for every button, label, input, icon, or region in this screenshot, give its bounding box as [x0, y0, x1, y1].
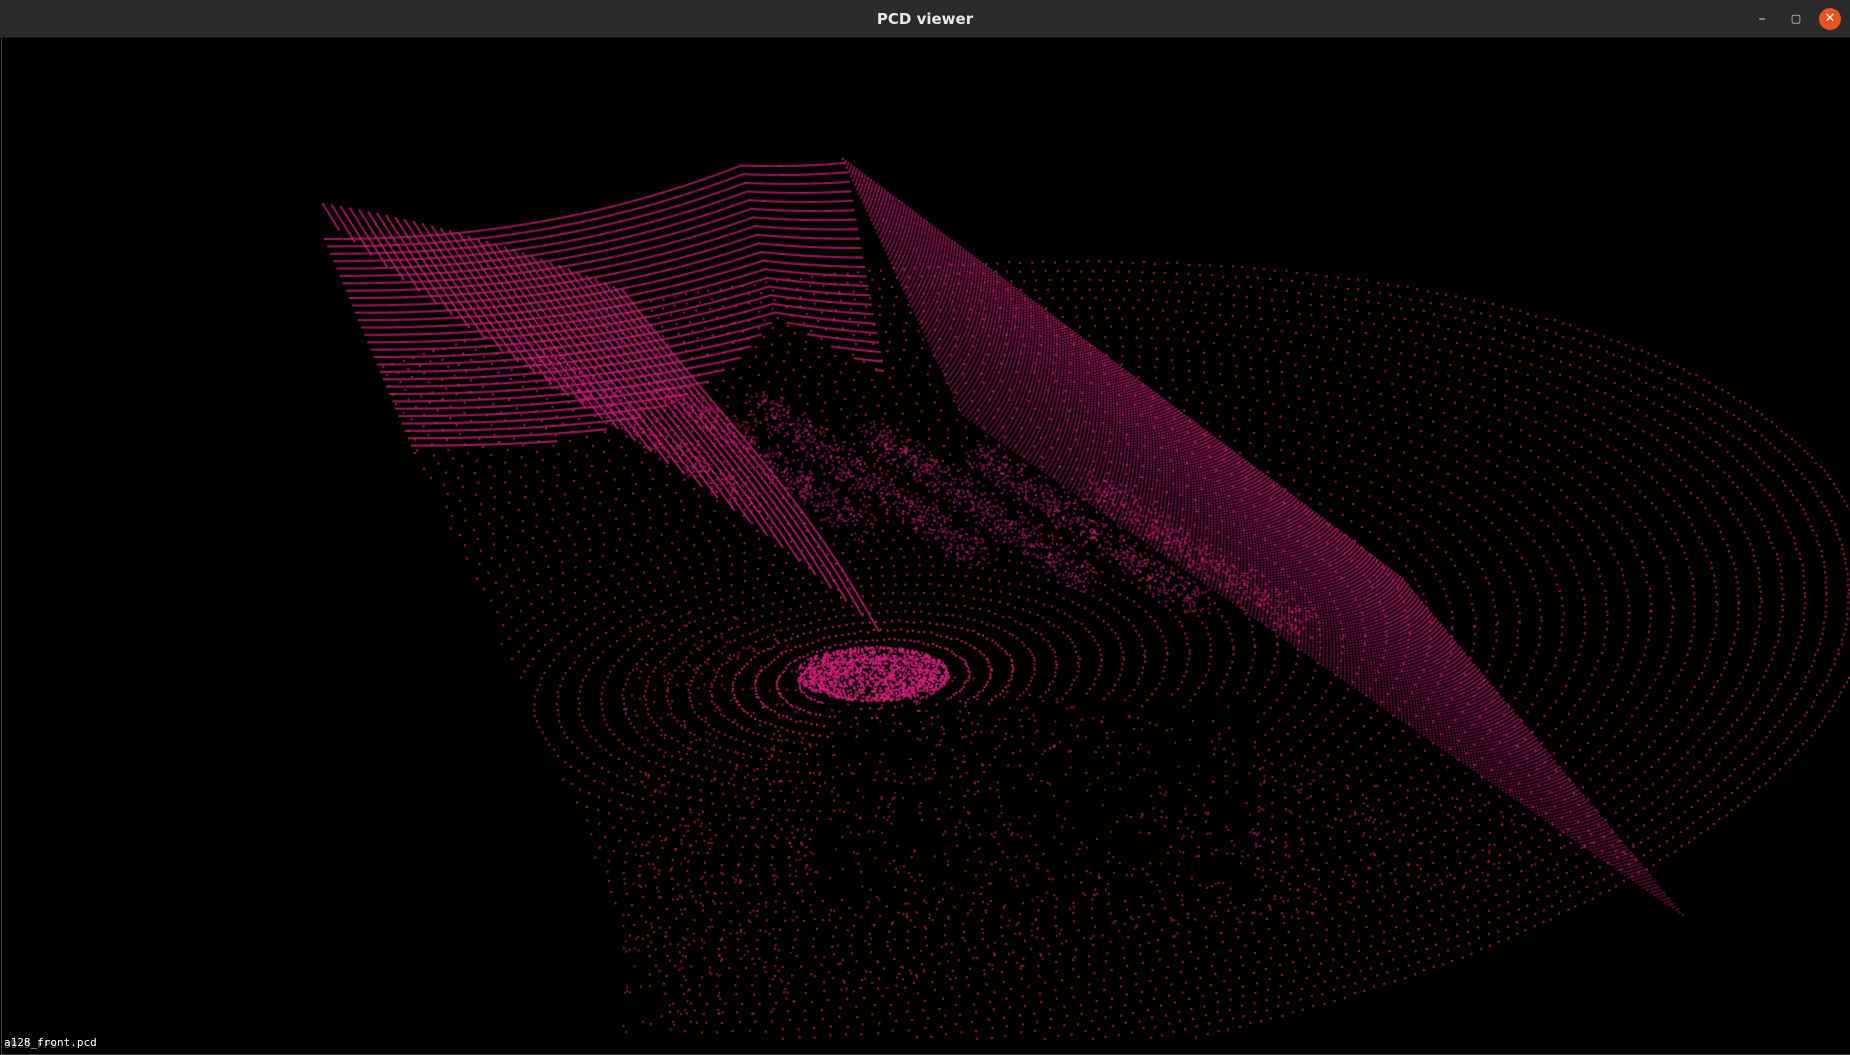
maximize-icon[interactable]: ▢ [1785, 8, 1807, 30]
minimize-icon[interactable]: – [1751, 8, 1773, 30]
cloud-filename-label: a128_front.pcd [4, 1036, 97, 1049]
point-cloud-viewport[interactable]: 39.5 FPS a128_front.pcd [1, 38, 1850, 1055]
window-title: PCD viewer [876, 10, 974, 28]
point-cloud-canvas[interactable] [2, 38, 1850, 1054]
close-icon[interactable]: ✕ [1819, 8, 1841, 30]
window-titlebar[interactable]: PCD viewer – ▢ ✕ [0, 0, 1850, 38]
